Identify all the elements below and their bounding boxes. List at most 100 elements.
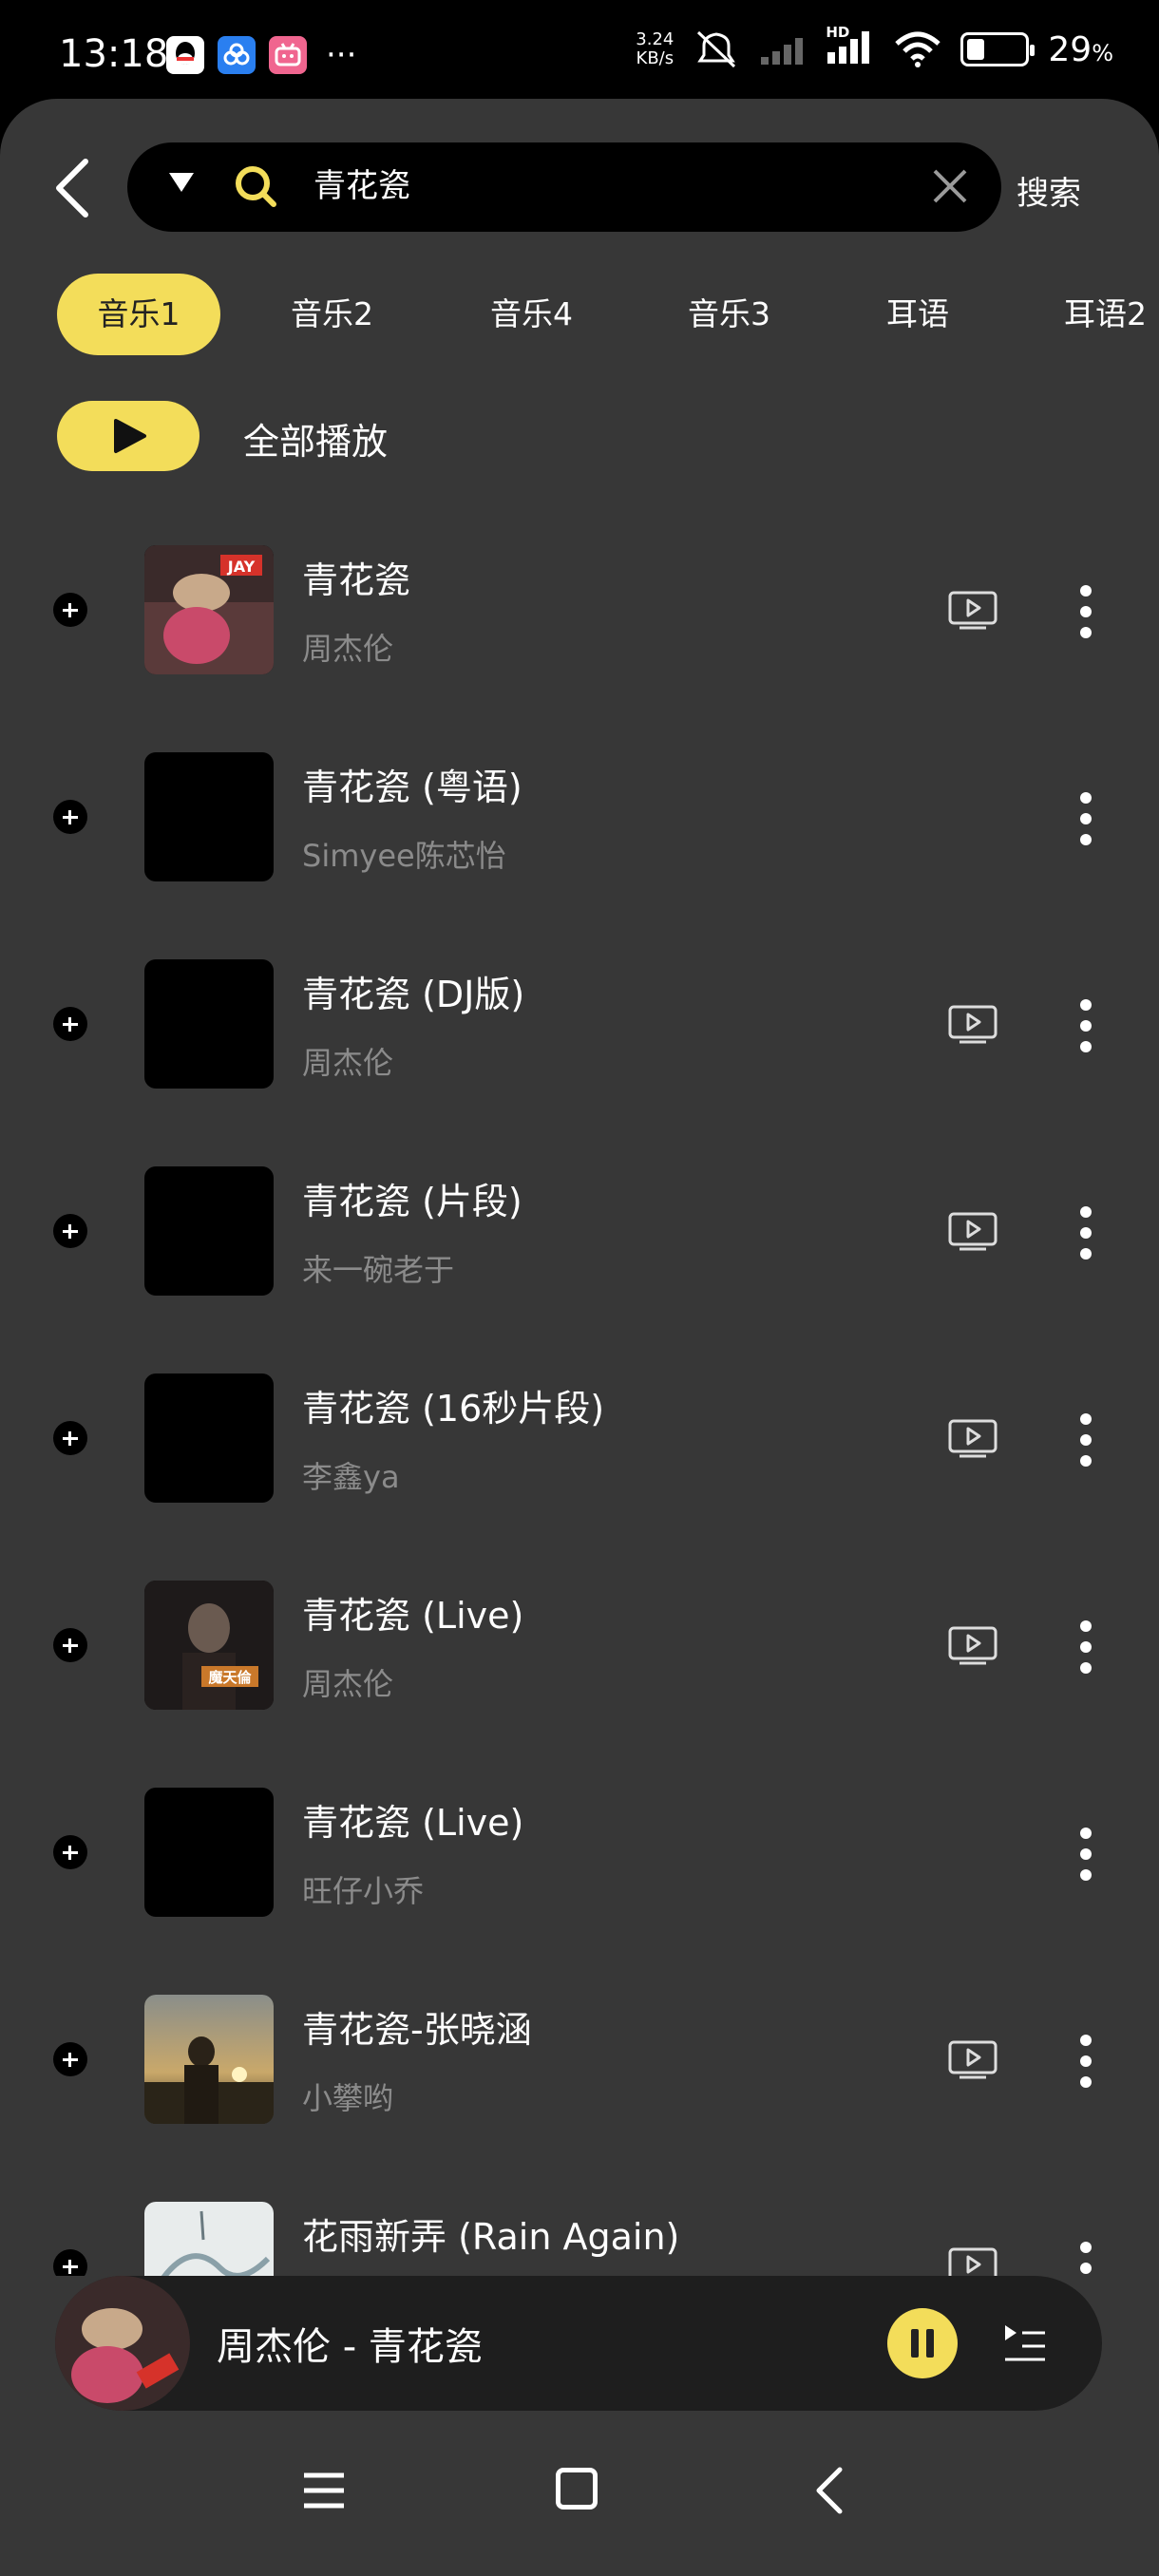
song-row[interactable]: JAY 青花瓷 周杰伦 [0,500,1159,707]
add-icon[interactable] [53,2249,87,2276]
add-icon[interactable] [53,2042,87,2076]
more-icon[interactable] [1074,2242,1098,2276]
album-cover [144,752,274,881]
now-playing-title: 周杰伦 - 青花瓷 [217,2325,483,2369]
tab-whisper[interactable]: 耳语 [886,274,949,355]
pause-button[interactable] [887,2308,958,2378]
net-speed: 3.24 KB/s [636,29,674,68]
play-all-label[interactable]: 全部播放 [243,412,388,464]
signal-sim2-icon [761,38,804,65]
song-title: 青花瓷 (16秒片段) [302,1388,605,1430]
song-artist: 周杰伦 [302,631,394,667]
song-title: 青花瓷 (DJ版) [302,974,525,1015]
tab-music1[interactable]: 音乐1 [57,274,220,355]
album-cover [144,1788,274,1917]
more-icon[interactable] [1074,1413,1098,1467]
song-artist: 李鑫ya [302,1459,400,1495]
mv-icon[interactable] [948,2247,998,2276]
song-row[interactable]: 青花瓷 (DJ版) 周杰伦 [0,914,1159,1121]
song-artist: 旺仔小乔 [302,1873,425,1909]
recent-apps-icon[interactable] [302,2470,346,2511]
mv-icon[interactable] [948,2040,998,2080]
album-cover [144,959,274,1089]
add-icon[interactable] [53,1628,87,1662]
cover-text: 魔天倫 [208,1669,252,1686]
album-cover [144,1166,274,1296]
song-title: 青花瓷-张晓涵 [302,2009,532,2051]
more-icon[interactable] [1074,585,1098,638]
status-time: 13:18 [59,32,169,76]
album-cover [144,1373,274,1503]
more-icon[interactable] [1074,1620,1098,1674]
battery-icon [960,32,1036,66]
play-all-button[interactable] [57,401,200,471]
song-artist: 小攀哟 [302,2080,394,2116]
song-artist: 来一碗老于 [302,1252,455,1288]
search-icon [236,166,276,207]
mv-icon[interactable] [948,1212,998,1252]
song-artist: 周杰伦 [302,1045,394,1081]
tab-music3[interactable]: 音乐3 [688,274,770,355]
mini-player[interactable]: 周杰伦 - 青花瓷 [55,2276,1102,2411]
mv-icon[interactable] [948,1005,998,1045]
notification-icons: ··· [166,36,356,74]
more-icon[interactable] [1074,792,1098,845]
add-icon[interactable] [53,593,87,627]
tab-music2[interactable]: 音乐2 [291,274,373,355]
album-cover: JAY [144,545,274,674]
more-icon[interactable] [1074,2035,1098,2088]
song-title: 青花瓷 (粤语) [302,767,522,808]
status-bar: 13:18 ··· 3.24 KB/s HD 29% [0,0,1159,104]
wifi-icon [895,31,941,67]
now-playing-cover[interactable] [55,2276,190,2411]
song-title: 青花瓷 (Live) [302,1802,524,1844]
more-icon[interactable] [1074,1828,1098,1881]
system-nav-bar [0,2432,1159,2576]
signal-sim1-icon: HD [826,24,875,69]
song-row[interactable]: 青花瓷 (16秒片段) 李鑫ya [0,1328,1159,1535]
more-icon[interactable] [1074,999,1098,1052]
search-button[interactable]: 搜索 [1016,167,1081,214]
add-icon[interactable] [53,1007,87,1041]
song-title: 青花瓷 (片段) [302,1181,522,1222]
mute-icon [697,30,736,68]
song-row[interactable]: 青花瓷 (片段) 来一碗老于 [0,1121,1159,1328]
more-icon[interactable] [1074,1206,1098,1260]
album-cover [144,2202,274,2276]
album-cover [144,1995,274,2124]
source-dropdown-icon[interactable] [169,173,194,192]
play-icon [114,419,146,453]
song-row[interactable]: 青花瓷 (粤语) Simyee陈芯怡 [0,707,1159,914]
song-row[interactable]: 青花瓷-张晓涵 小攀哟 [0,1949,1159,2156]
add-icon[interactable] [53,1214,87,1248]
baidu-netdisk-icon [218,36,256,74]
album-cover: 魔天倫 [144,1581,274,1710]
qq-icon [166,36,204,74]
mv-icon[interactable] [948,1626,998,1666]
mv-icon[interactable] [948,1419,998,1459]
clear-icon[interactable] [931,167,969,205]
song-artist: Simyee陈芯怡 [302,838,506,874]
tab-music4[interactable]: 音乐4 [490,274,573,355]
mv-icon[interactable] [948,591,998,631]
add-icon[interactable] [53,1421,87,1455]
add-icon[interactable] [53,1835,87,1869]
song-title: 花雨新弄 (Rain Again) [302,2216,680,2258]
song-title: 青花瓷 [302,559,411,601]
playlist-icon[interactable] [1001,2320,1049,2367]
tab-whisper2[interactable]: 耳语2 [1064,274,1147,355]
cover-text: JAY [227,558,256,576]
song-title: 青花瓷 (Live) [302,1595,524,1637]
search-input[interactable] [314,163,884,209]
battery-percent: 29% [1048,29,1113,69]
home-icon[interactable] [556,2468,598,2510]
add-icon[interactable] [53,800,87,834]
song-row[interactable]: 青花瓷 (Live) 旺仔小乔 [0,1742,1159,1949]
back-button[interactable] [53,158,91,218]
more-notifications-icon: ··· [326,36,357,74]
song-artist: 周杰伦 [302,1666,394,1702]
song-row[interactable]: 魔天倫 青花瓷 (Live) 周杰伦 [0,1535,1159,1742]
song-row[interactable]: 花雨新弄 (Rain Again) [0,2156,1159,2276]
nav-back-icon[interactable] [813,2466,846,2515]
source-tabs: 音乐1 音乐2 音乐4 音乐3 耳语 耳语2 [0,274,1159,355]
